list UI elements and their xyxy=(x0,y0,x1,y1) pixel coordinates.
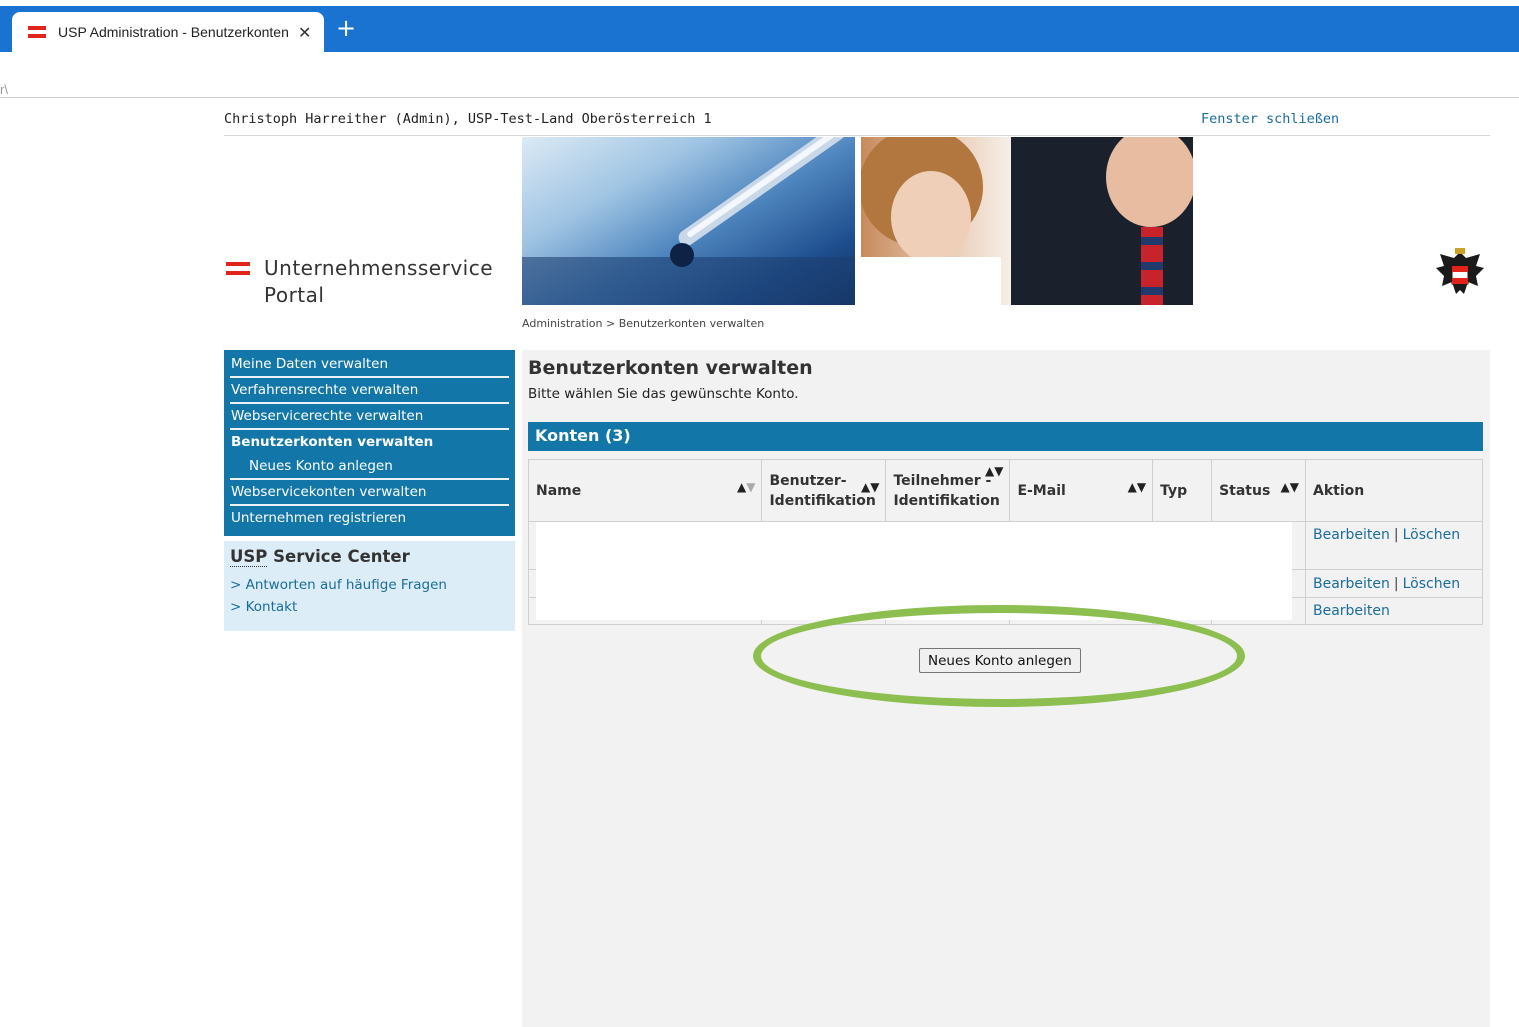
close-window-link[interactable]: Fenster schließen xyxy=(1201,111,1339,127)
sort-benutzer-icon[interactable]: ▲▼ xyxy=(861,480,879,494)
nav-item-webservicekonten[interactable]: Webservicekonten verwalten xyxy=(230,480,509,506)
browser-tab[interactable]: USP Administration - Benutzerkonten verw… xyxy=(12,12,324,52)
edit-link[interactable]: Bearbeiten xyxy=(1313,603,1390,619)
new-account-button[interactable]: Neues Konto anlegen xyxy=(919,648,1081,673)
service-center-title-rest: Service Center xyxy=(267,547,410,566)
nav-item-unternehmen-registrieren[interactable]: Unternehmen registrieren xyxy=(230,506,509,530)
table-header-row: Name ▲▼ Benutzer- Identifikation ▲▼ Teilneh… xyxy=(527,459,1484,522)
edit-link[interactable]: Bearbeiten xyxy=(1313,527,1390,543)
austria-flag-icon xyxy=(226,262,250,275)
browser-toolbar xyxy=(0,52,1519,98)
toolbar-fragment: r\ xyxy=(0,82,8,97)
redacted-area xyxy=(536,522,1292,620)
nav-item-verfahrensrechte[interactable]: Verfahrensrechte verwalten xyxy=(230,378,509,404)
breadcrumb: Administration > Benutzerkonten verwalte… xyxy=(522,317,765,330)
sort-name-icon[interactable]: ▲▼ xyxy=(737,480,755,494)
sort-status-icon[interactable]: ▲▼ xyxy=(1281,480,1299,494)
accounts-section-header: Konten (3) xyxy=(528,422,1483,451)
header-divider xyxy=(224,135,1490,136)
contact-link[interactable]: > Kontakt xyxy=(230,596,509,618)
edit-link[interactable]: Bearbeiten xyxy=(1313,576,1390,592)
sort-email-icon[interactable]: ▲▼ xyxy=(1128,480,1146,494)
page-subtitle: Bitte wählen Sie das gewünschte Konto. xyxy=(528,386,799,402)
hero-image-people xyxy=(861,137,1193,305)
row-actions: Bearbeiten | Löschen xyxy=(1304,521,1484,570)
column-teilnehmer-identifikation[interactable]: Teilnehmer - Identifikation ▲▼ xyxy=(885,459,1011,522)
page-title: Benutzerkonten verwalten xyxy=(528,357,813,379)
service-center-box: USP Service Center > Antworten auf häufi… xyxy=(224,541,515,631)
usp-abbreviation: USP xyxy=(230,547,268,567)
user-info: Christoph Harreither (Admin), USP-Test-L… xyxy=(224,111,712,127)
main-content: Benutzerkonten verwalten Bitte wählen Si… xyxy=(522,350,1490,1027)
close-tab-icon[interactable]: ✕ xyxy=(298,23,311,42)
tab-title: USP Administration - Benutzerkonten verw… xyxy=(58,24,288,40)
service-center-title: USP Service Center xyxy=(230,547,509,567)
sidebar-nav: Meine Daten verwalten Verfahrensrechte v… xyxy=(224,350,515,536)
column-email[interactable]: E-Mail ▲▼ xyxy=(1009,459,1154,522)
nav-item-webservicerechte[interactable]: Webservicerechte verwalten xyxy=(230,404,509,430)
logo-line-1: Unternehmensservice xyxy=(264,256,494,280)
row-actions: Bearbeiten xyxy=(1304,597,1484,625)
column-benutzer-identifikation[interactable]: Benutzer- Identifikation ▲▼ xyxy=(761,459,887,522)
faq-link[interactable]: > Antworten auf häufige Fragen xyxy=(230,574,509,596)
browser-tab-bar: USP Administration - Benutzerkonten verw… xyxy=(0,6,1519,52)
logo-line-2: Portal xyxy=(264,283,325,307)
austria-flag-icon xyxy=(28,26,46,38)
column-status[interactable]: Status ▲▼ xyxy=(1211,459,1306,522)
delete-link[interactable]: Löschen xyxy=(1403,576,1460,592)
column-aktion: Aktion xyxy=(1304,459,1484,522)
row-actions: Bearbeiten | Löschen xyxy=(1304,569,1484,598)
nav-item-meine-daten[interactable]: Meine Daten verwalten xyxy=(230,352,509,378)
nav-item-benutzerkonten[interactable]: Benutzerkonten verwalten xyxy=(230,430,509,454)
delete-link[interactable]: Löschen xyxy=(1403,527,1460,543)
austrian-eagle-icon xyxy=(1434,246,1486,302)
new-tab-icon[interactable]: + xyxy=(336,16,356,40)
hero-image-pen xyxy=(522,137,855,305)
column-typ: Typ xyxy=(1152,459,1213,522)
sort-teilnehmer-icon[interactable]: ▲▼ xyxy=(985,464,1003,478)
column-name[interactable]: Name ▲▼ xyxy=(527,459,763,522)
nav-item-neues-konto[interactable]: Neues Konto anlegen xyxy=(230,454,509,480)
